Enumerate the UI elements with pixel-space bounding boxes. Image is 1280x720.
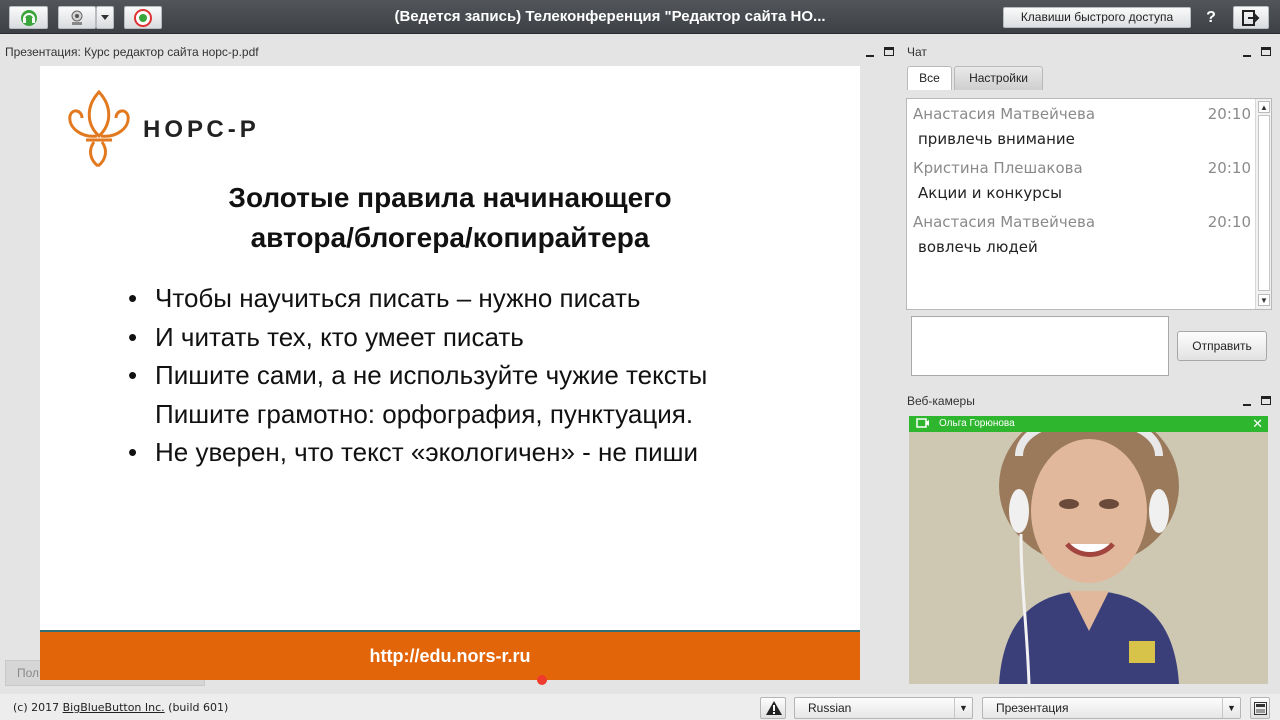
webcam-user-icon [916,418,929,428]
message-text: вовлечь людей [918,238,1038,256]
slide-bullet: Пишите сами, а не используйте чужие текс… [128,356,828,395]
slide-bullet-list: Чтобы научиться писать – нужно писать И … [128,279,828,472]
nors-r-logo-icon [68,89,130,168]
logout-icon [1242,9,1260,26]
desktop-share-button[interactable] [124,6,162,29]
layout-select[interactable]: Презентация ▼ [982,697,1241,719]
language-select[interactable]: Russian ▼ [794,697,973,719]
send-button[interactable]: Отправить [1177,331,1267,361]
bigbluebutton-link[interactable]: BigBlueButton Inc. [63,701,165,714]
chat-message-list[interactable]: Анастасия Матвейчева 20:10 привлечь вним… [906,98,1272,310]
chat-maximize-button[interactable] [1261,47,1271,56]
tab-settings[interactable]: Настройки [954,66,1043,90]
webcams-window-title: Веб-камеры [907,394,975,408]
copyright-text: (c) 2017 BigBlueButton Inc. (build 601) [13,701,228,714]
webcams-minimize-button[interactable] [1243,404,1251,406]
message-time: 20:10 [1207,105,1251,123]
webcam-user-name: Ольга Горюнова [939,418,1015,429]
presentation-slide: НОРС-Р Золотые правила начинающего автор… [40,66,860,685]
chevron-down-icon: ▼ [954,698,972,718]
slide-title-line-2: автора/блогера/копирайтера [250,222,650,253]
scroll-up-icon[interactable]: ▲ [1258,101,1270,113]
message-author: Анастасия Матвейчева [913,105,1096,123]
message-author: Кристина Плешакова [913,159,1083,177]
webcams-maximize-button[interactable] [1261,396,1271,405]
scroll-thumb[interactable] [1258,115,1270,291]
help-button[interactable]: ? [1200,7,1222,28]
message-author: Анастасия Матвейчева [913,213,1096,231]
report-issue-button[interactable] [760,697,786,719]
copyright-prefix: (c) 2017 [13,701,63,714]
list-item: Кристина Плешакова 20:10 Акции и конкурс… [913,159,1251,209]
presentation-window-title: Презентация: Курс редактор сайта норс-р.… [5,45,259,59]
logo-text: НОРС-Р [143,116,260,143]
chat-scrollbar[interactable]: ▲ ▼ [1255,99,1271,309]
slide-bullet: И читать тех, кто умеет писать [128,318,828,357]
language-value: Russian [808,701,852,715]
slide-bullet: Не уверен, что текст «экологичен» - не п… [128,433,828,472]
message-time: 20:10 [1207,159,1251,177]
layout-icon [1254,702,1267,715]
webcam-video [909,416,1268,684]
layout-value: Презентация [996,701,1069,715]
headset-icon [20,9,37,26]
slide-bullet: Чтобы научиться писать – нужно писать [128,279,828,318]
chat-message-input[interactable] [911,316,1169,376]
webcam-dropdown-button[interactable] [96,6,114,29]
webcam-title-bar: Ольга Горюнова ✕ [909,416,1268,432]
screen-share-icon [134,8,152,27]
chat-window-title: Чат [907,45,927,59]
presentation-minimize-button[interactable] [866,55,874,57]
logout-button[interactable] [1233,6,1269,29]
message-text: Акции и конкурсы [918,184,1062,202]
warning-icon [766,701,782,715]
audio-button[interactable] [9,6,48,29]
list-item: Анастасия Матвейчева 20:10 вовлечь людей [913,213,1251,263]
apply-layout-button[interactable] [1250,697,1270,719]
top-toolbar: (Ведется запись) Телеконференция "Редакт… [0,0,1280,34]
message-time: 20:10 [1207,213,1251,231]
close-icon[interactable]: ✕ [1252,416,1263,432]
chevron-down-icon: ▼ [1222,698,1240,718]
window-title: (Ведется запись) Телеконференция "Редакт… [394,8,826,25]
scroll-down-icon[interactable]: ▼ [1258,294,1270,306]
slide-title-line-1: Золотые правила начинающего [228,182,672,213]
webcam-share-button[interactable] [58,6,96,29]
shortcut-keys-button[interactable]: Клавиши быстрого доступа [1003,7,1191,28]
chat-minimize-button[interactable] [1243,55,1251,57]
message-text: привлечь внимание [918,130,1075,148]
presentation-maximize-button[interactable] [884,47,894,56]
copyright-build: (build 601) [164,701,229,714]
webcam-person-image [909,416,1268,684]
list-item: Анастасия Матвейчева 20:10 привлечь вним… [913,105,1251,155]
slide-title: Золотые правила начинающего автора/блоге… [40,178,860,258]
chevron-down-icon [101,14,109,20]
slide-footer-url: http://edu.nors-r.ru [40,630,860,680]
tab-all[interactable]: Все [907,66,952,90]
presenter-pointer-dot [537,675,547,685]
slide-bullet-continuation: Пишите грамотно: орфография, пунктуация. [155,398,694,429]
webcam-icon [71,10,83,25]
